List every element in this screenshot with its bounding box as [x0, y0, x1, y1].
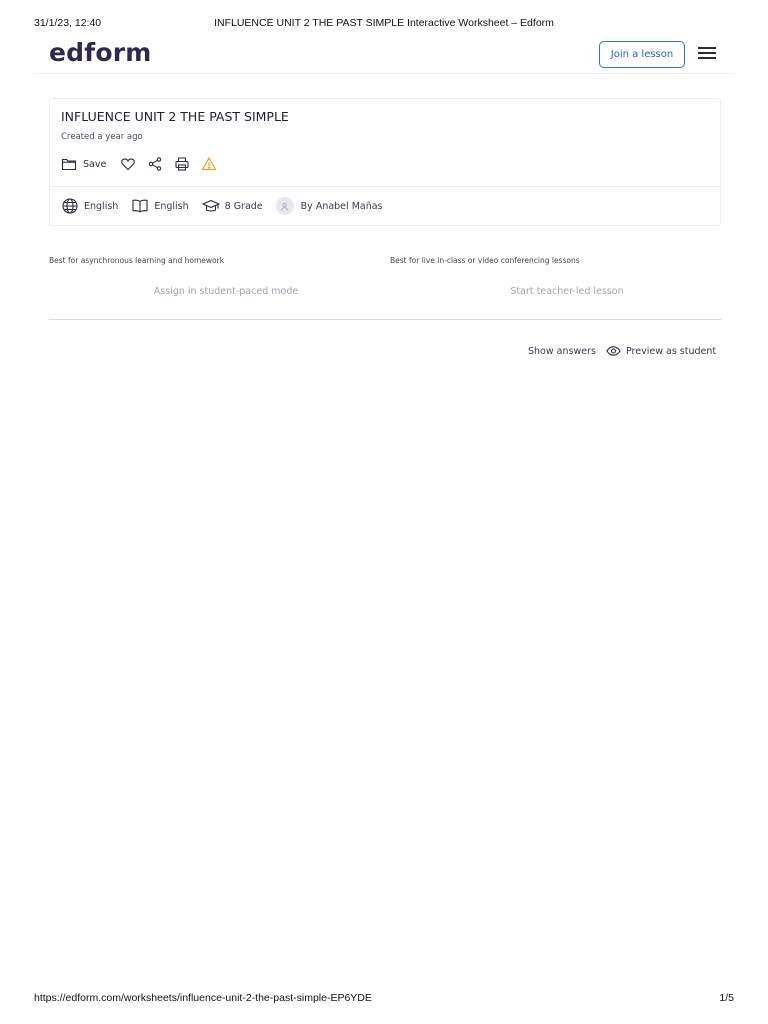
- heart-icon: [121, 158, 136, 171]
- worksheet-actions: Save: [61, 155, 228, 173]
- language-meta: English: [61, 197, 118, 215]
- created-date: Created a year ago: [61, 132, 143, 142]
- author-meta[interactable]: By Anabel Mañas: [275, 197, 383, 215]
- top-navigation-bar: edform Join a lesson: [36, 38, 732, 74]
- print-button[interactable]: [174, 156, 190, 172]
- worksheet-title: INFLUENCE UNIT 2 THE PAST SIMPLE: [61, 109, 289, 124]
- share-button[interactable]: [147, 156, 163, 172]
- print-header: 31/1/23, 12:40 INFLUENCE UNIT 2 THE PAST…: [34, 17, 734, 31]
- eye-icon: [606, 346, 621, 356]
- async-mode-note: Best for asynchronous learning and homew…: [49, 256, 225, 265]
- save-label: Save: [83, 158, 107, 170]
- language-label: English: [84, 200, 119, 212]
- folder-icon: [61, 158, 77, 171]
- like-button[interactable]: [120, 156, 136, 172]
- graduation-cap-icon: [201, 199, 220, 212]
- worksheet-meta: English English 8 Grade By Anabel Mañas: [61, 196, 396, 216]
- print-page-title: INFLUENCE UNIT 2 THE PAST SIMPLE Interac…: [214, 17, 554, 29]
- start-teacher-led-button[interactable]: Start teacher-led lesson: [417, 286, 717, 297]
- worksheet-info-card: INFLUENCE UNIT 2 THE PAST SIMPLE Created…: [49, 98, 721, 226]
- section-divider: [49, 319, 721, 320]
- print-icon: [175, 157, 189, 171]
- user-icon: [281, 202, 289, 211]
- assign-student-paced-button[interactable]: Assign in student-paced mode: [76, 286, 376, 297]
- subject-meta: English: [131, 197, 189, 215]
- live-mode-note: Best for live in-class or video conferen…: [390, 256, 580, 265]
- print-url: https://edform.com/worksheets/influence-…: [34, 992, 372, 1004]
- share-icon: [149, 157, 162, 171]
- grade-label: 8 Grade: [224, 200, 263, 212]
- join-lesson-button[interactable]: Join a lesson: [599, 41, 685, 68]
- avatar: [275, 197, 294, 215]
- globe-icon: [62, 198, 78, 214]
- warning-icon: [201, 156, 217, 171]
- print-page-number: 1/5: [719, 992, 734, 1004]
- save-button[interactable]: Save: [61, 156, 109, 172]
- book-icon: [132, 199, 148, 213]
- print-footer: https://edform.com/worksheets/influence-…: [34, 992, 734, 1006]
- report-button[interactable]: [201, 156, 217, 172]
- hamburger-menu-icon[interactable]: [698, 47, 716, 61]
- author-label: By Anabel Mañas: [300, 200, 383, 212]
- subject-label: English: [154, 200, 189, 212]
- show-answers-toggle[interactable]: Show answers: [528, 346, 596, 357]
- preview-label: Preview as student: [626, 345, 717, 357]
- grade-meta: 8 Grade: [201, 197, 263, 215]
- card-divider: [50, 186, 720, 187]
- edform-logo[interactable]: edform: [49, 38, 151, 67]
- preview-as-student-button[interactable]: Preview as student: [606, 345, 716, 357]
